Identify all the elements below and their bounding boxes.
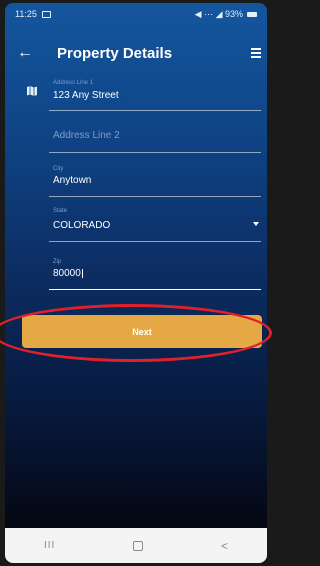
next-button[interactable]: Next: [22, 315, 262, 348]
state-label: State: [53, 208, 68, 214]
phone-screen: 11:25 ◀ ⋯ ◢ 93% ← Property Details Addre…: [5, 3, 267, 563]
page-title: Property Details: [57, 45, 173, 62]
status-indicators: ◀ ⋯ ◢ 93%: [194, 8, 243, 19]
status-time: 11:25: [15, 9, 37, 19]
nav-back-button[interactable]: <: [221, 539, 228, 553]
home-button[interactable]: [133, 540, 144, 551]
app-bar: ← Property Details: [5, 41, 267, 67]
address-line-2-placeholder: Address Line 2: [53, 130, 120, 141]
zip-label: Zip: [53, 259, 62, 265]
address-line-1-label: Address Line 1: [53, 80, 94, 86]
city-value: Anytown: [53, 175, 92, 186]
address-line-1-value: 123 Any Street: [53, 90, 119, 101]
map-icon: [27, 86, 37, 96]
status-bar: 11:25 ◀ ⋯ ◢ 93%: [5, 3, 267, 25]
zip-value: 80000: [53, 268, 81, 279]
city-field[interactable]: City Anytown: [49, 152, 261, 197]
chevron-down-icon: [253, 222, 259, 226]
image-notification-icon: [41, 10, 51, 18]
back-arrow-icon[interactable]: ←: [17, 43, 33, 63]
address-line-1-field[interactable]: Address Line 1 123 Any Street: [49, 77, 261, 111]
text-caret: [81, 268, 83, 278]
zip-value-wrap: 80000: [53, 268, 83, 279]
android-nav-bar: III <: [5, 528, 267, 563]
state-dropdown[interactable]: State COLORADO: [49, 196, 261, 242]
state-value: COLORADO: [53, 220, 111, 231]
address-line-2-field[interactable]: Address Line 2: [49, 110, 261, 153]
recent-apps-button[interactable]: III: [44, 540, 55, 551]
next-button-label: Next: [132, 326, 152, 337]
menu-icon[interactable]: [251, 48, 261, 58]
city-label: City: [53, 166, 64, 172]
zip-field[interactable]: Zip 80000: [49, 241, 261, 290]
battery-icon: [247, 11, 257, 17]
